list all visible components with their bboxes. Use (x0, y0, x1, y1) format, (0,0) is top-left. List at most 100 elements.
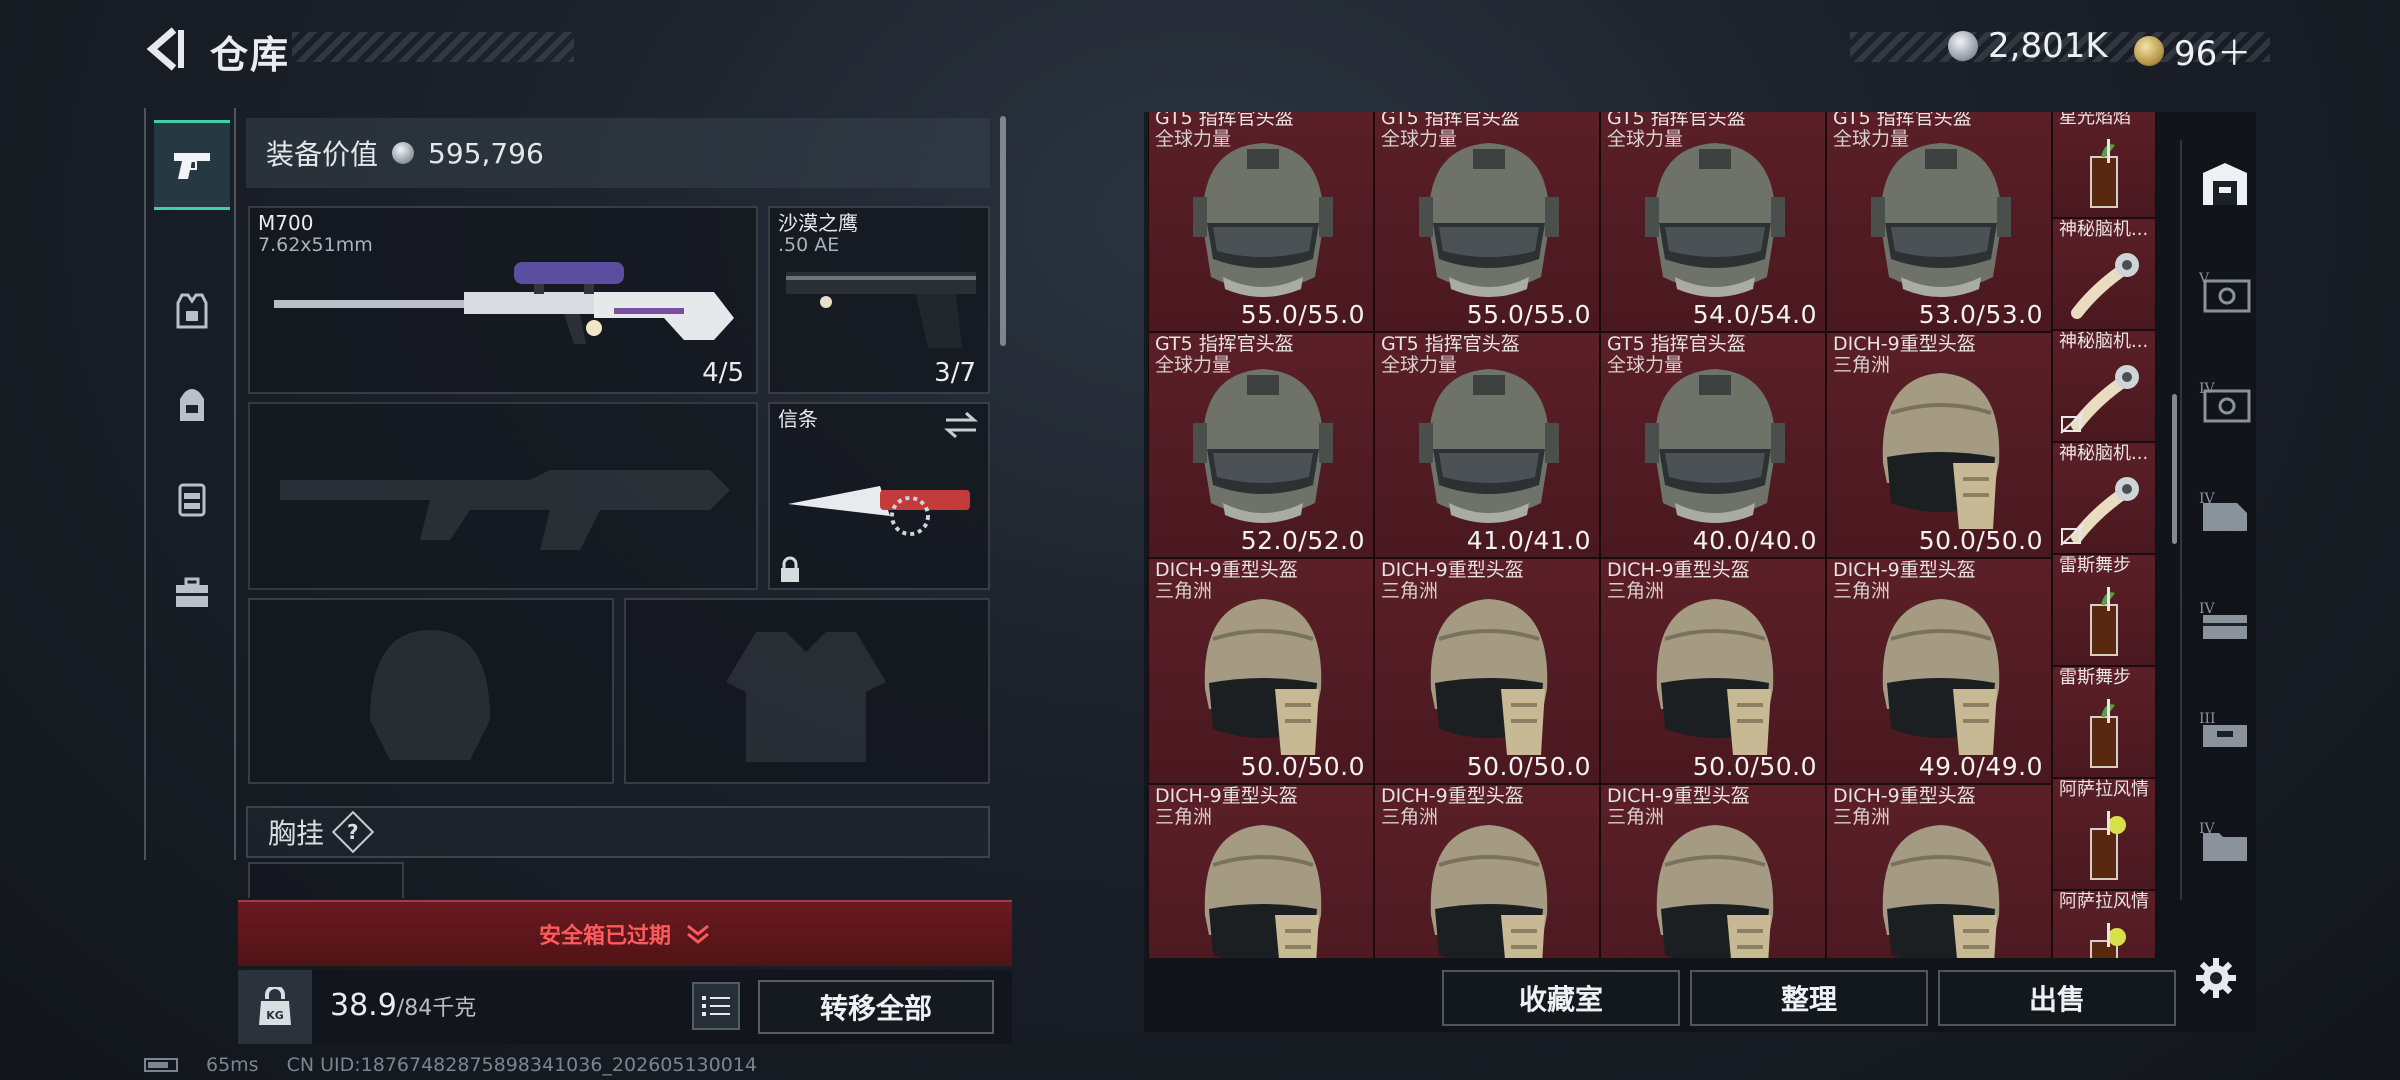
dich9-helmet-icon (1882, 599, 2000, 755)
rnav-tier-iv-folder[interactable]: IV (2192, 806, 2258, 876)
backpack-icon (180, 389, 204, 421)
tier-iv-folder-icon: IV (2199, 821, 2247, 861)
inventory-item[interactable]: DICH-9重型头盔 三角洲 50.0/50.0 (1826, 332, 2052, 558)
move-all-button[interactable]: 转移全部 (758, 980, 994, 1034)
rnav-tier-iv-container[interactable]: IV (2192, 476, 2258, 546)
secondary-weapon-slot[interactable] (248, 402, 758, 590)
inventory-item[interactable]: DICH-9重型头盔 三角洲 50.0/50.0 (1148, 558, 1374, 784)
inventory-item[interactable]: GT5 指挥官头盔 全球力量 55.0/55.0 (1374, 112, 1600, 332)
sell-button[interactable]: 出售 (1938, 970, 2176, 1026)
pistol-icon (174, 153, 210, 179)
chest-rig-slot[interactable] (248, 862, 404, 898)
inventory-small-item[interactable]: 星光焰焰 (2052, 112, 2156, 218)
item-durability: 40.0/40.0 (1692, 526, 1817, 555)
back-button[interactable] (140, 24, 188, 74)
inventory-item[interactable]: DICH-9重型头盔 三角洲 (1600, 784, 1826, 958)
briefcase-icon (176, 577, 208, 607)
cocktail-icon (2090, 139, 2118, 208)
item-durability: 50.0/50.0 (1692, 752, 1817, 781)
inventory-item[interactable]: DICH-9重型头盔 三角洲 50.0/50.0 (1600, 558, 1826, 784)
inventory-small-item[interactable]: 雷斯舞步 (2052, 554, 2156, 666)
item-name: DICH-9重型头盔 (1833, 559, 1976, 581)
inventory-item[interactable]: DICH-9重型头盔 三角洲 (1148, 784, 1374, 958)
equip-value-label: 装备价值 (266, 138, 379, 171)
inventory-small-item[interactable]: 神秘脑机... (2052, 330, 2156, 442)
no-drop-icon (2060, 524, 2084, 546)
inventory-small-item[interactable]: 神秘脑机... (2052, 218, 2156, 330)
safebox-expired-banner[interactable]: 安全箱已过期 (238, 900, 1012, 966)
inventory-item[interactable]: DICH-9重型头盔 三角洲 (1826, 784, 2052, 958)
inventory-item[interactable]: GT5 指挥官头盔 全球力量 41.0/41.0 (1374, 332, 1600, 558)
inventory-item[interactable]: DICH-9重型头盔 三角洲 (1374, 784, 1600, 958)
item-name: GT5 指挥官头盔 (1607, 112, 1746, 129)
item-durability: 52.0/52.0 (1240, 526, 1365, 555)
inventory-item[interactable]: GT5 指挥官头盔 全球力量 52.0/52.0 (1148, 332, 1374, 558)
inventory-item[interactable]: GT5 指挥官头盔 全球力量 40.0/40.0 (1600, 332, 1826, 558)
help-icon[interactable]: ? (331, 810, 375, 854)
item-faction: 全球力量 (1155, 128, 1232, 150)
nav-chest-rig[interactable] (154, 454, 230, 544)
item-durability: 50.0/50.0 (1240, 752, 1365, 781)
collection-room-button[interactable]: 收藏室 (1442, 970, 1680, 1026)
tier-iv-box-icon: IV (2199, 601, 2247, 639)
item-durability: 49.0/49.0 (1918, 752, 2043, 781)
silver-currency[interactable]: 2,801K (1948, 26, 2108, 66)
item-name: 神秘脑机... (2059, 331, 2149, 352)
gold-currency[interactable]: 96＋ (2134, 26, 2251, 75)
inventory-item[interactable]: GT5 指挥官头盔 全球力量 53.0/53.0 (1826, 112, 2052, 332)
gold-coin-icon (2134, 35, 2164, 66)
inventory-small-item[interactable]: 阿萨拉风情 (2052, 778, 2156, 890)
nav-backpack[interactable] (154, 360, 230, 450)
armor-vest-icon (176, 293, 208, 329)
chest-rig-section[interactable]: 胸挂 ? (246, 806, 990, 858)
settings-button[interactable] (2188, 950, 2244, 1006)
item-faction: 三角洲 (1833, 806, 1891, 828)
item-name: GT5 指挥官头盔 (1381, 112, 1520, 129)
container-nav: V IV IV IV III IV (2180, 140, 2260, 900)
sidearm-slot[interactable]: 沙漠之鹰 .50 AE 3/7 (768, 206, 990, 394)
rnav-tier-iv-box[interactable]: IV (2192, 586, 2258, 656)
nav-armor[interactable] (154, 266, 230, 356)
item-name: 雷斯舞步 (2059, 555, 2131, 576)
inventory-item[interactable]: GT5 指挥官头盔 全球力量 54.0/54.0 (1600, 112, 1826, 332)
weight-current: 38.9 (330, 988, 397, 1023)
body-armor-slot[interactable] (624, 598, 990, 784)
inventory-small-item[interactable]: 阿萨拉风情 (2052, 890, 2156, 958)
cocktail-icon (2090, 699, 2118, 768)
svg-text:KG: KG (266, 1009, 284, 1022)
inventory-scrollbar[interactable] (2172, 394, 2177, 544)
primary-weapon-slot[interactable]: M700 7.62x51mm 4/5 (248, 206, 758, 394)
inventory-small-item[interactable]: 雷斯舞步 (2052, 666, 2156, 778)
item-durability: 55.0/55.0 (1240, 300, 1365, 329)
helmet-slot[interactable] (248, 598, 614, 784)
organize-button[interactable]: 整理 (1690, 970, 1928, 1026)
gt5-helmet-icon (1193, 143, 1333, 297)
inventory-item[interactable]: DICH-9重型头盔 三角洲 49.0/49.0 (1826, 558, 2052, 784)
inventory-item[interactable]: GT5 指挥官头盔 全球力量 55.0/55.0 (1148, 112, 1374, 332)
inventory-item[interactable]: DICH-9重型头盔 三角洲 50.0/50.0 (1374, 558, 1600, 784)
gt5-helmet-icon (1645, 143, 1785, 297)
nav-case[interactable] (154, 548, 230, 638)
melee-slot[interactable]: 信条 (768, 402, 990, 590)
item-name: 阿萨拉风情 (2059, 779, 2149, 800)
gt5-helmet-icon (1419, 369, 1559, 523)
rnav-tier-iii-box[interactable]: III (2192, 696, 2258, 766)
primary-ammo-count: 4/5 (702, 358, 744, 388)
primary-weapon-name: M700 (258, 211, 314, 235)
item-durability: 50.0/50.0 (1466, 752, 1591, 781)
item-name: DICH-9重型头盔 (1381, 785, 1524, 807)
rnav-stash[interactable] (2192, 150, 2258, 220)
inventory-small-item[interactable]: 神秘脑机... (2052, 442, 2156, 554)
kettlebell-icon: KG (259, 987, 291, 1025)
nav-weapons[interactable] (154, 120, 230, 210)
rnav-tier-iv-safe[interactable]: IV (2192, 366, 2258, 436)
ping-value: 65ms (206, 1054, 259, 1076)
rnav-tier-v-safe[interactable]: V (2192, 256, 2258, 326)
list-view-button[interactable] (692, 982, 740, 1030)
gt5-helmet-icon (1419, 143, 1559, 297)
page-title: 仓库 (210, 33, 291, 77)
item-faction: 三角洲 (1381, 580, 1439, 602)
loadout-scrollbar[interactable] (1000, 116, 1006, 346)
player-uid: CN UID:18767482875898341036_202605130014 (286, 1054, 757, 1076)
empty-helmet-silhouette-icon (370, 630, 490, 760)
